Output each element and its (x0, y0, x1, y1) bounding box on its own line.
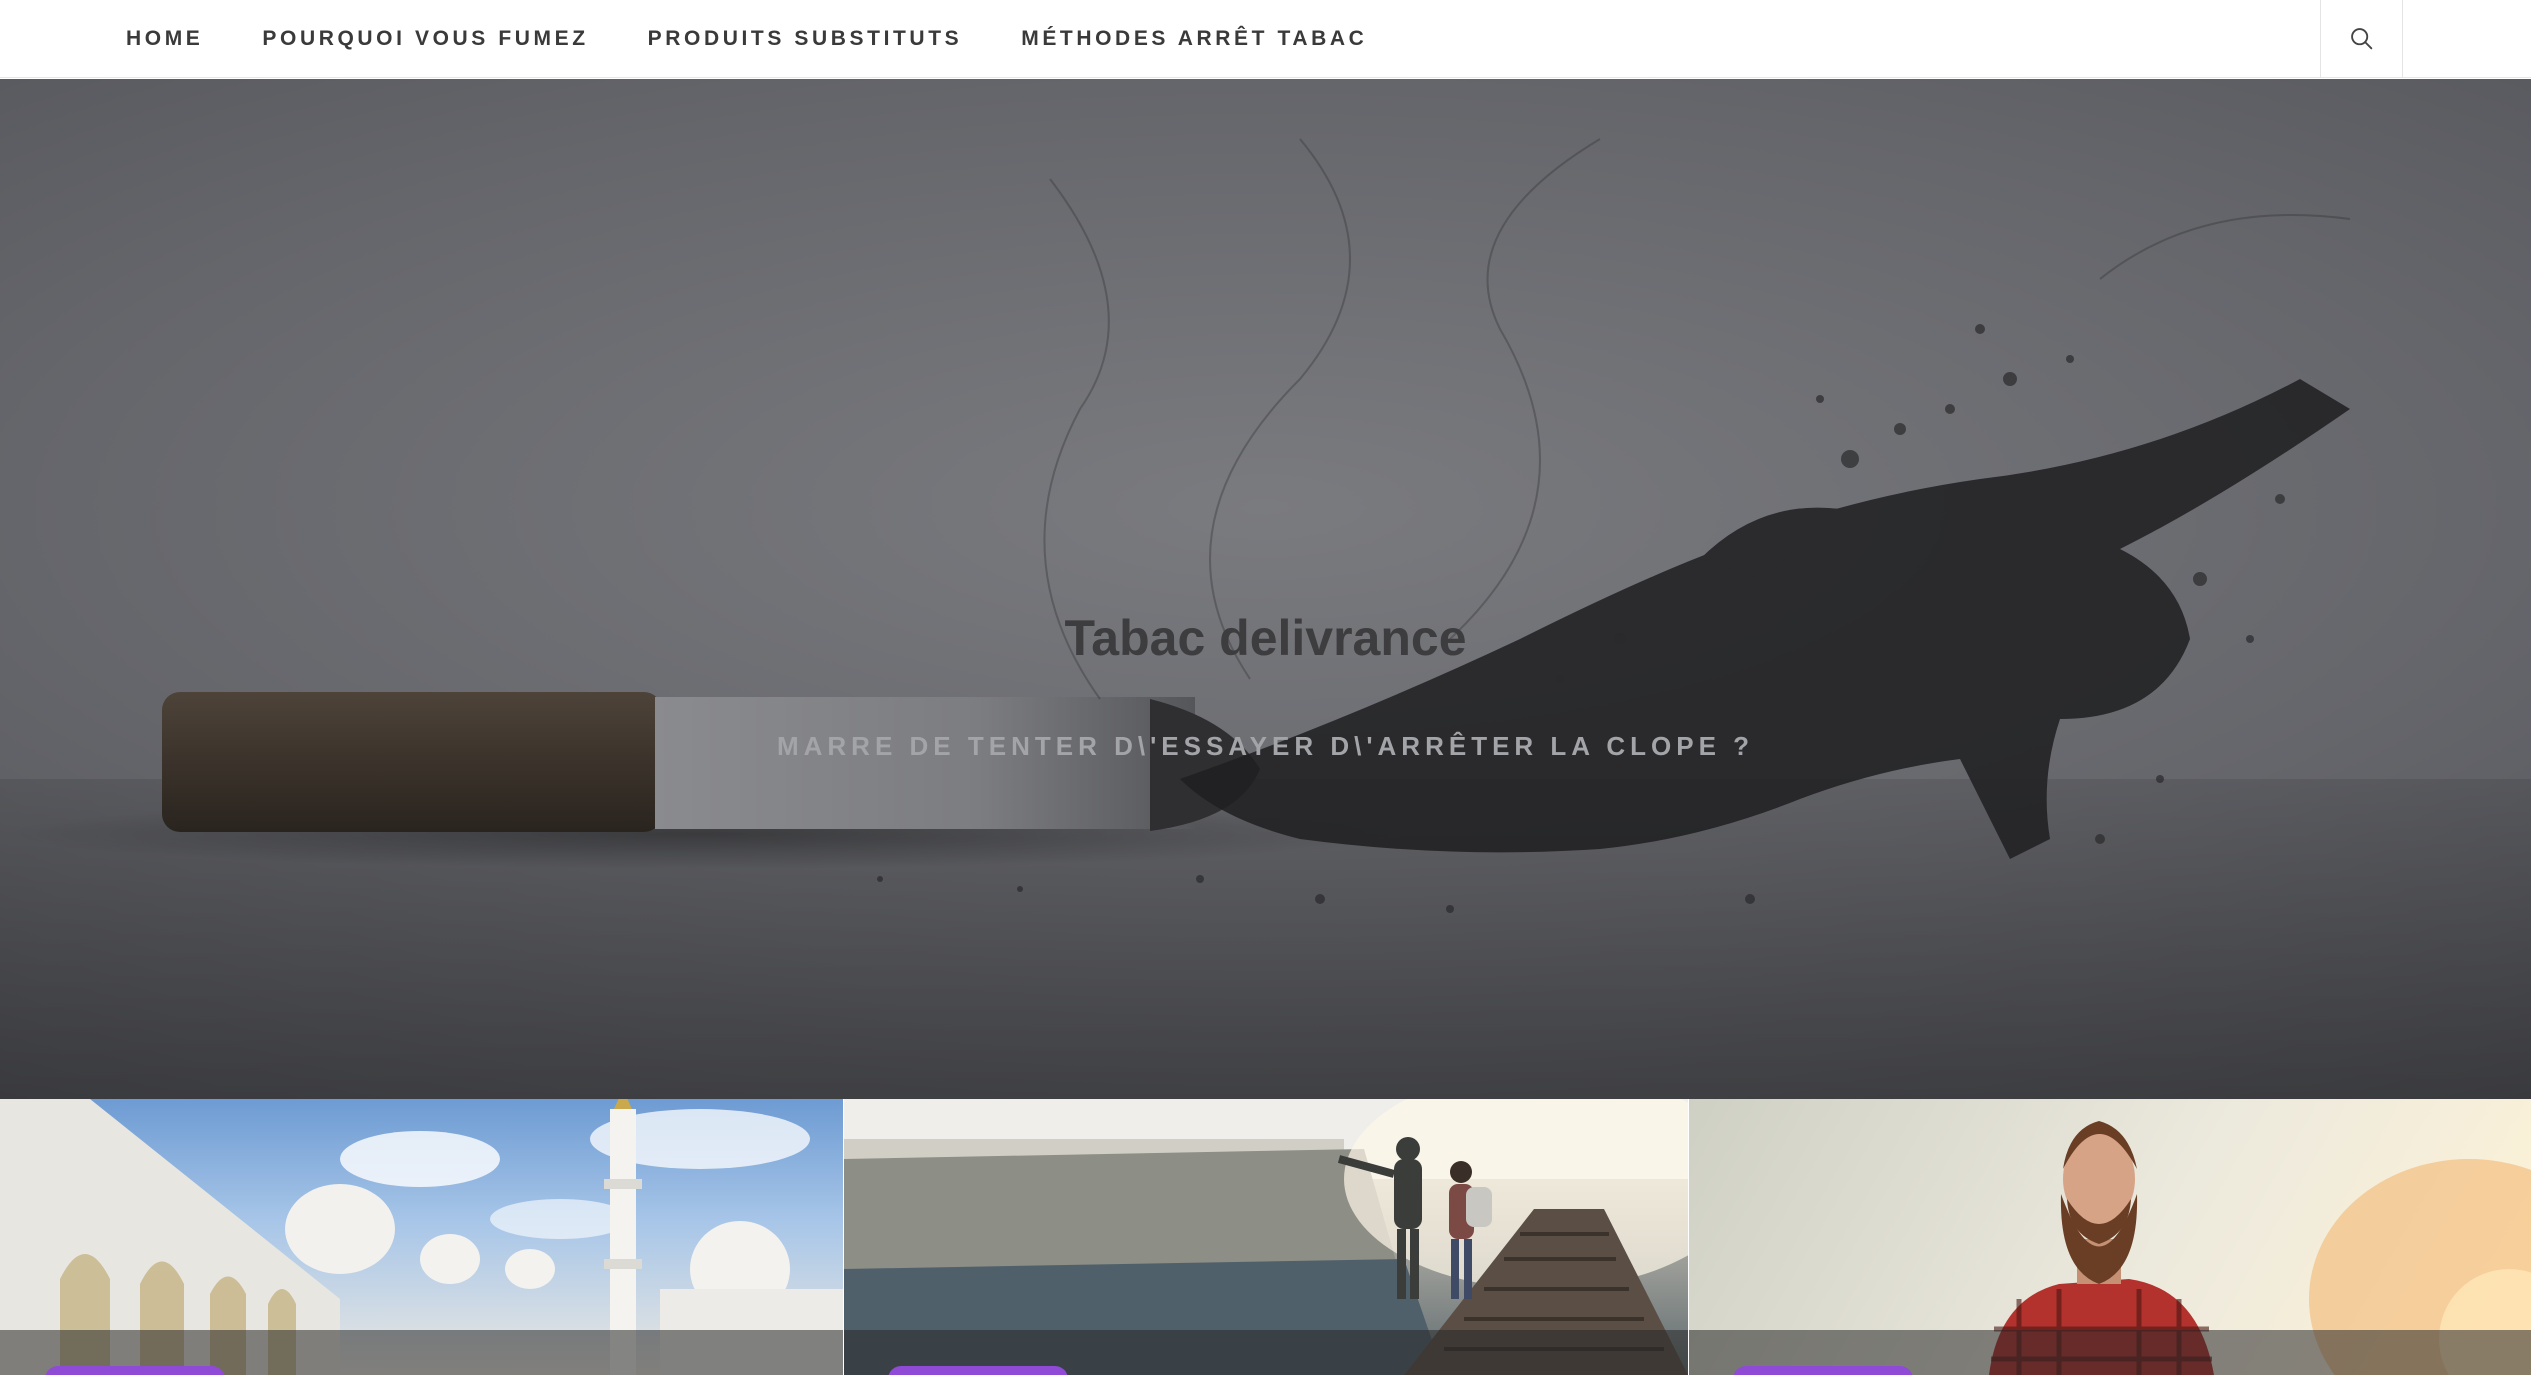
category-badge[interactable] (1733, 1366, 1913, 1375)
nav-item-home[interactable]: HOME (126, 27, 203, 51)
nav-item-produits-substituts[interactable]: PRODUITS SUBSTITUTS (648, 27, 963, 51)
site-title: Tabac delivrance (1064, 610, 1467, 666)
featured-posts (0, 1099, 2531, 1375)
nav-item-pourquoi-vous-fumez[interactable]: POURQUOI VOUS FUMEZ (262, 27, 588, 51)
featured-post-card[interactable] (844, 1099, 1688, 1375)
hero-banner: Tabac delivrance MARRE DE TENTER D\'ESSA… (0, 79, 2531, 1099)
featured-post-card[interactable] (0, 1099, 843, 1375)
site-tagline: MARRE DE TENTER D\'ESSAYER D\'ARRÊTER LA… (776, 731, 1755, 761)
featured-post-card[interactable] (1689, 1099, 2531, 1375)
category-badge[interactable] (888, 1366, 1068, 1375)
cigarette-smoke-illustration (0, 138, 2351, 913)
search-icon (2350, 28, 2372, 50)
nav-item-methodes-arret-tabac[interactable]: MÉTHODES ARRÊT TABAC (1021, 27, 1367, 51)
search-button[interactable] (2320, 0, 2403, 78)
top-navigation-bar: HOME POURQUOI VOUS FUMEZ PRODUITS SUBSTI… (0, 0, 2531, 78)
main-menu: HOME POURQUOI VOUS FUMEZ PRODUITS SUBSTI… (126, 0, 1426, 78)
category-badge[interactable] (45, 1366, 225, 1375)
